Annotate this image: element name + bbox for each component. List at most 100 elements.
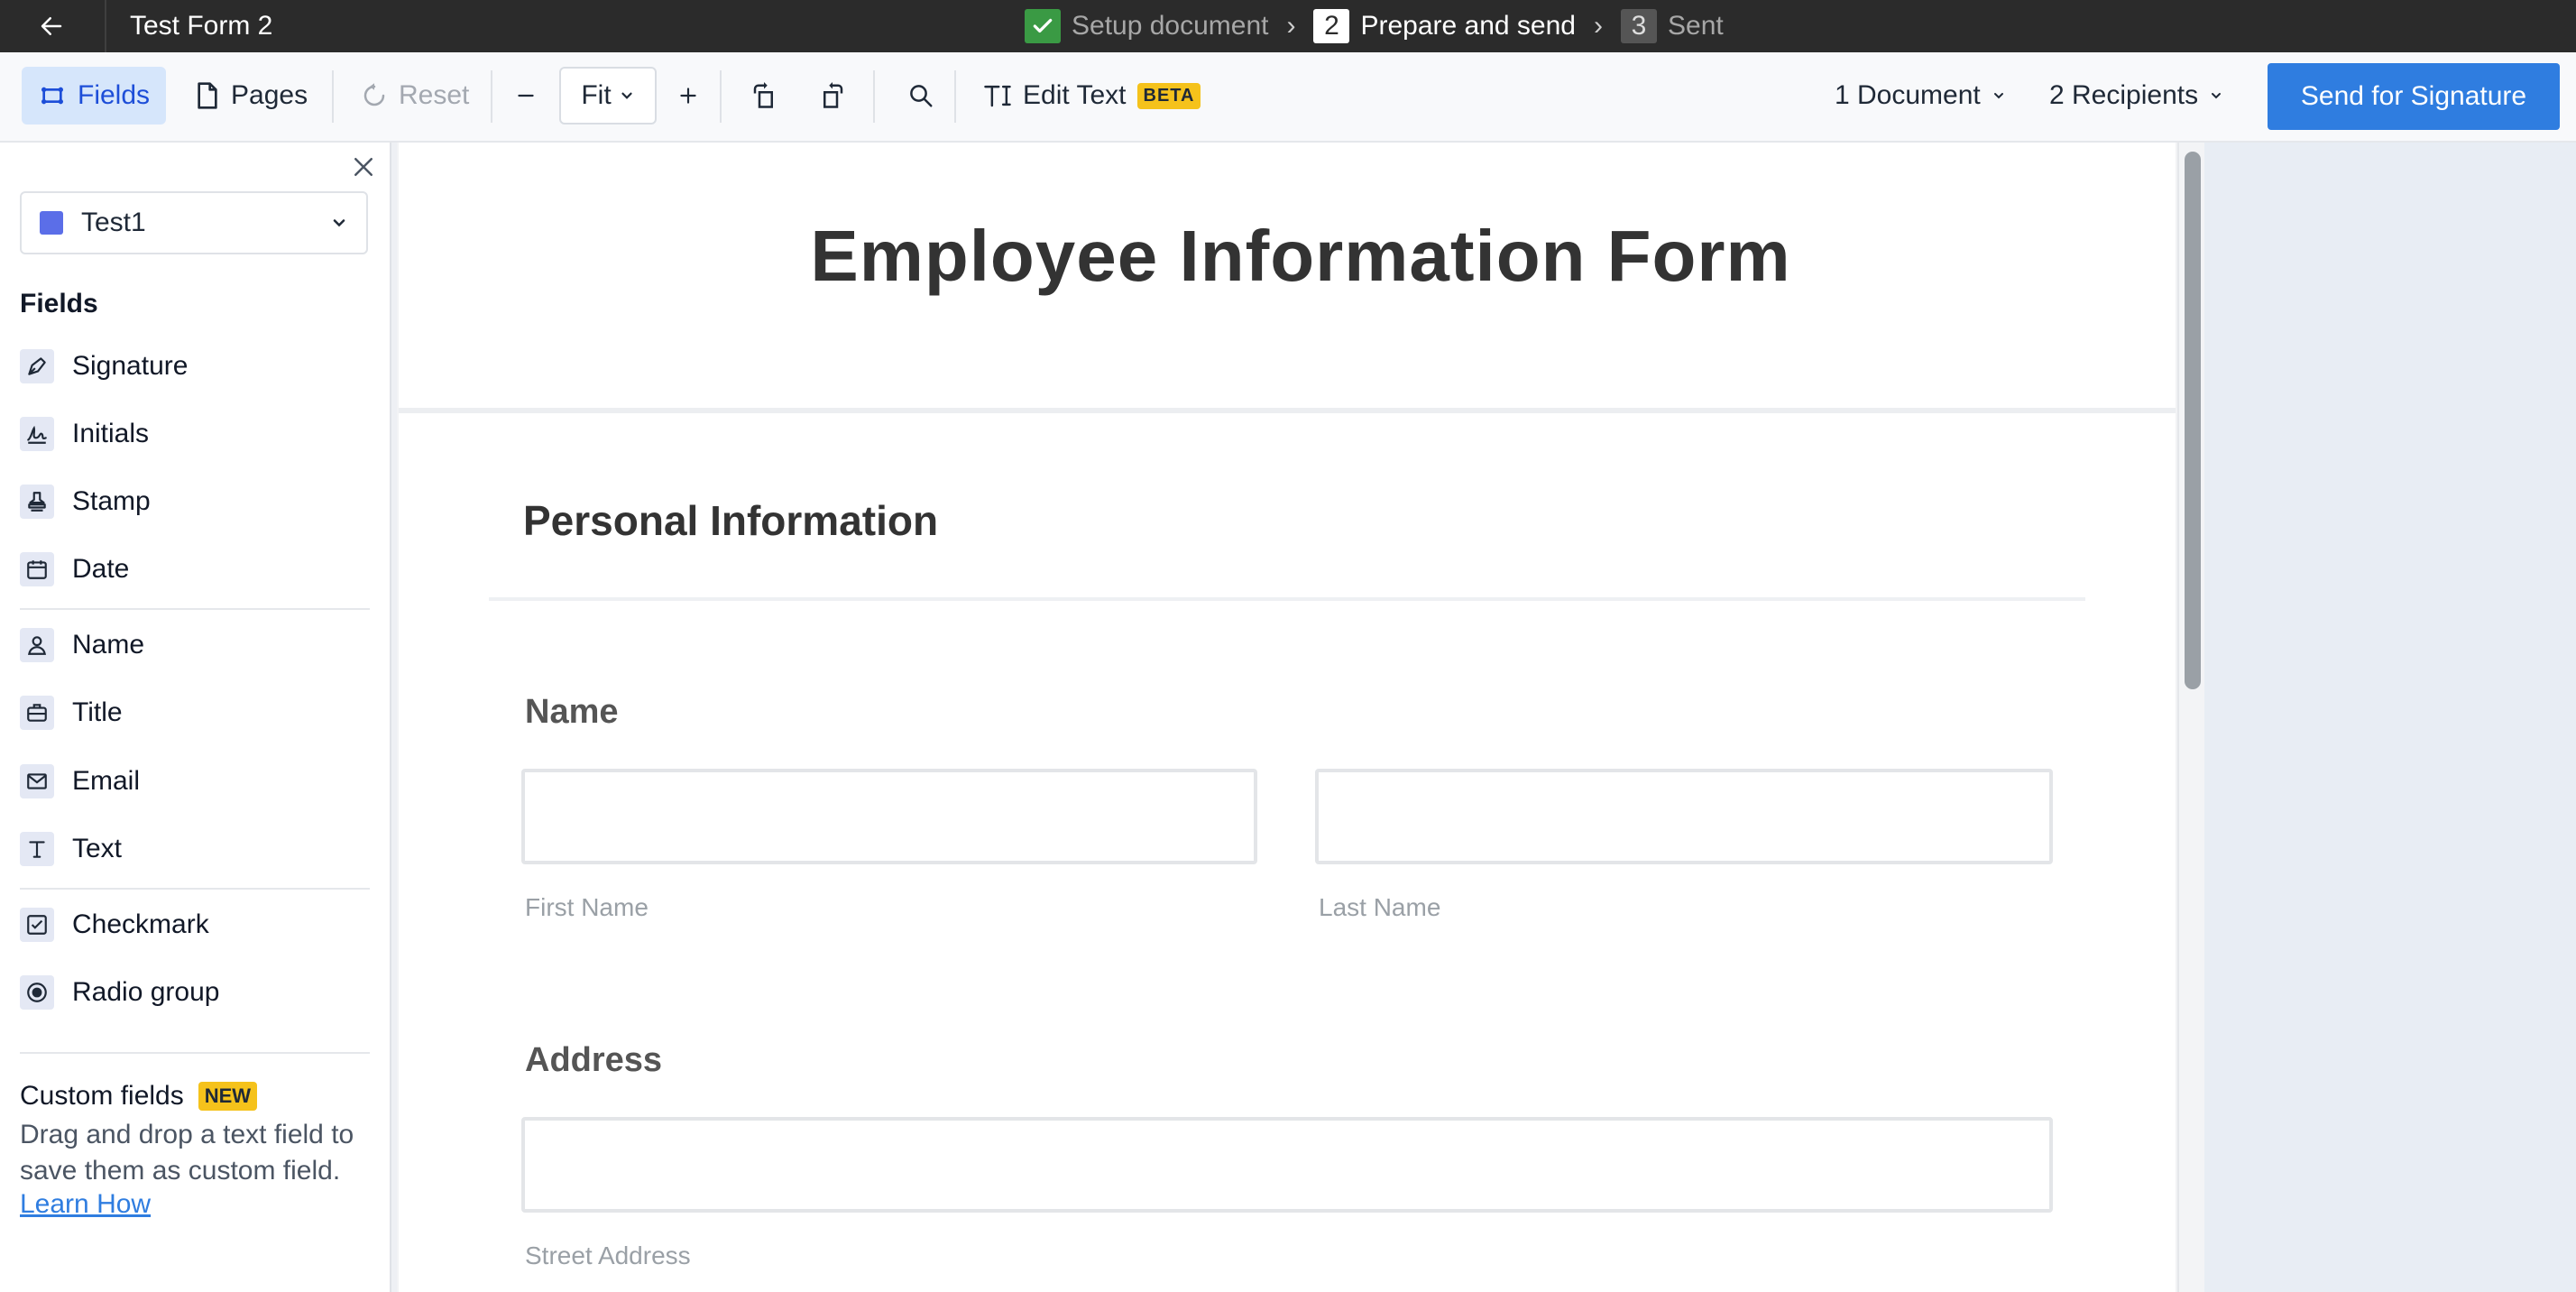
close-icon bbox=[354, 158, 373, 176]
fields-tab-button[interactable]: Fields bbox=[22, 67, 167, 125]
form-title: Employee Information Form bbox=[810, 216, 1791, 296]
first-name-input-box[interactable] bbox=[521, 769, 1257, 864]
sidebar-divider bbox=[20, 1052, 370, 1054]
step-label: Prepare and send bbox=[1360, 11, 1576, 41]
search-icon bbox=[910, 85, 933, 107]
field-label: Stamp bbox=[72, 486, 151, 516]
section-divider bbox=[489, 597, 2085, 601]
recipient-color-swatch bbox=[40, 211, 63, 235]
field-date[interactable]: Date bbox=[20, 544, 372, 595]
top-bar: Test Form 2 Setup document › 2 Prepare a… bbox=[0, 0, 2576, 52]
edit-text-label: Edit Text bbox=[1023, 80, 1127, 110]
sidebar-resize-handle[interactable] bbox=[390, 143, 397, 1292]
field-radio-group[interactable]: Radio group bbox=[20, 967, 372, 1018]
rotate-left-button[interactable] bbox=[740, 67, 788, 125]
sidebar-divider bbox=[20, 608, 370, 610]
document-page[interactable]: Employee Information Form Personal Infor… bbox=[399, 143, 2176, 1292]
last-name-input-box[interactable] bbox=[1315, 769, 2053, 864]
chevron-down-icon bbox=[621, 92, 632, 99]
chevron-right-icon: › bbox=[1286, 11, 1296, 41]
person-icon bbox=[20, 628, 54, 662]
right-panel bbox=[2204, 143, 2576, 1292]
last-name-label: Last Name bbox=[1319, 893, 1441, 921]
step-label: Setup document bbox=[1072, 11, 1269, 41]
field-text[interactable]: Text bbox=[20, 824, 372, 874]
step-prepare-and-send[interactable]: 2 Prepare and send bbox=[1313, 9, 1576, 43]
calendar-icon bbox=[20, 552, 54, 586]
field-signature[interactable]: Signature bbox=[20, 341, 372, 392]
toolbar-divider bbox=[720, 70, 722, 123]
send-for-signature-button[interactable]: Send for Signature bbox=[2268, 63, 2560, 130]
sidebar-divider bbox=[20, 888, 370, 890]
recipient-select[interactable]: Test1 bbox=[20, 191, 368, 254]
reset-button[interactable]: Reset bbox=[345, 67, 485, 125]
envelope-icon bbox=[20, 764, 54, 798]
field-label: Initials bbox=[72, 419, 150, 448]
learn-how-link[interactable]: Learn How bbox=[20, 1189, 151, 1220]
pages-label: Pages bbox=[231, 80, 308, 110]
field-label: Radio group bbox=[72, 977, 220, 1007]
field-email[interactable]: Email bbox=[20, 756, 372, 807]
text-cursor-icon bbox=[984, 85, 1011, 107]
custom-fields-description: Drag and drop a text field to save them … bbox=[20, 1120, 354, 1186]
fields-heading: Fields bbox=[20, 289, 98, 318]
scrollbar-thumb[interactable] bbox=[2185, 152, 2201, 689]
pages-tab-button[interactable]: Pages bbox=[179, 67, 324, 125]
zoom-select[interactable]: Fit bbox=[559, 67, 657, 125]
zoom-in-button[interactable] bbox=[666, 67, 711, 125]
custom-fields-title: Custom fields bbox=[20, 1081, 184, 1111]
pen-icon bbox=[20, 349, 54, 383]
new-badge: NEW bbox=[198, 1082, 258, 1111]
document-scrollbar[interactable] bbox=[2177, 143, 2204, 1292]
zoom-out-button[interactable] bbox=[503, 67, 548, 125]
edit-text-button[interactable]: Edit Text BETA bbox=[967, 67, 1217, 125]
fields-label: Fields bbox=[78, 80, 151, 110]
step-setup-document[interactable]: Setup document bbox=[1025, 9, 1268, 43]
minus-icon bbox=[518, 94, 534, 97]
documents-label: 1 Document bbox=[1835, 80, 1981, 110]
fields-sidebar: Test1 Fields Signature Initials Stamp Da… bbox=[0, 143, 390, 1292]
reset-label: Reset bbox=[399, 80, 470, 110]
field-label: Signature bbox=[72, 351, 189, 381]
rotate-right-button[interactable] bbox=[808, 67, 857, 125]
close-sidebar-button[interactable] bbox=[350, 153, 377, 180]
field-label: Date bbox=[72, 554, 130, 584]
chevron-down-icon bbox=[1993, 93, 2003, 99]
recipient-name: Test1 bbox=[81, 208, 146, 237]
beta-badge: BETA bbox=[1136, 82, 1201, 109]
street-address-input-box[interactable] bbox=[521, 1117, 2053, 1213]
field-label: Text bbox=[72, 834, 123, 863]
initials-icon bbox=[20, 417, 54, 451]
page-icon bbox=[198, 82, 217, 109]
first-name-label: First Name bbox=[525, 893, 649, 921]
recipients-dropdown[interactable]: 2 Recipients bbox=[2033, 67, 2240, 125]
arrow-left-icon bbox=[41, 17, 62, 35]
section-title: Personal Information bbox=[523, 497, 939, 544]
field-initials[interactable]: Initials bbox=[20, 409, 372, 459]
stamp-icon bbox=[20, 484, 54, 519]
back-button[interactable] bbox=[16, 4, 87, 49]
search-button[interactable] bbox=[897, 67, 945, 125]
topbar-divider bbox=[105, 0, 106, 52]
field-name[interactable]: Name bbox=[20, 620, 372, 670]
step-number: 3 bbox=[1621, 9, 1657, 43]
chevron-down-icon bbox=[2212, 93, 2222, 99]
toolbar-divider bbox=[332, 70, 334, 123]
field-label: Name bbox=[72, 630, 145, 660]
field-checkmark[interactable]: Checkmark bbox=[20, 900, 372, 950]
field-label: Checkmark bbox=[72, 909, 209, 939]
title-divider bbox=[399, 408, 2176, 413]
plus-icon bbox=[680, 88, 696, 104]
document-viewer: Employee Information Form Personal Infor… bbox=[397, 143, 2177, 1292]
progress-steps: Setup document › 2 Prepare and send › 3 … bbox=[1025, 0, 1724, 52]
field-label: Email bbox=[72, 766, 141, 796]
chevron-right-icon: › bbox=[1594, 11, 1603, 41]
field-stamp[interactable]: Stamp bbox=[20, 476, 372, 527]
check-icon bbox=[1025, 9, 1061, 43]
chevron-down-icon bbox=[333, 219, 345, 227]
field-title[interactable]: Title bbox=[20, 688, 372, 738]
name-label: Name bbox=[525, 693, 619, 731]
step-number: 2 bbox=[1313, 9, 1350, 43]
documents-dropdown[interactable]: 1 Document bbox=[1818, 67, 2022, 125]
step-sent[interactable]: 3 Sent bbox=[1621, 9, 1724, 43]
